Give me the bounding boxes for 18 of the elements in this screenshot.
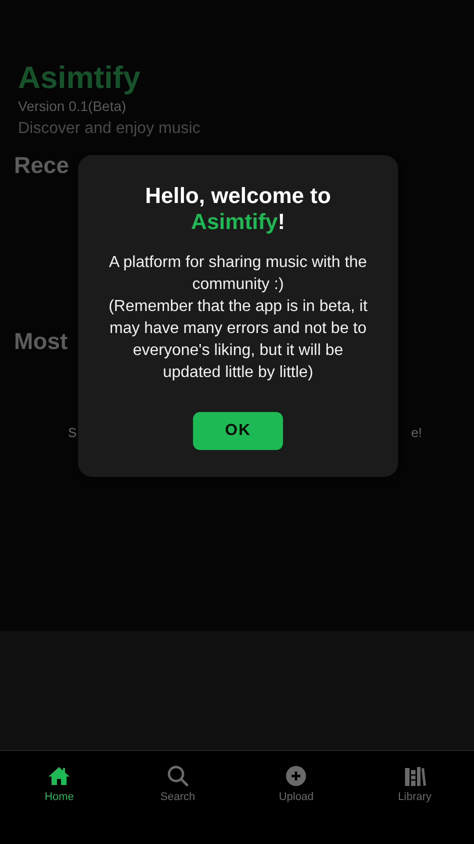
ok-button[interactable]: OK xyxy=(193,412,283,450)
nav-tab[interactable]: Home xyxy=(0,751,118,844)
home-icon xyxy=(47,764,72,788)
tagline-text: Discover and enjoy music xyxy=(18,119,202,139)
nav-tab[interactable]: Library xyxy=(356,751,474,844)
nav-tab[interactable]: Search xyxy=(118,751,237,844)
plus-circle-icon xyxy=(284,764,308,788)
app-title: Asimtify xyxy=(18,60,142,96)
dialog-message: A platform for sharing music with the community :) (Remember that the app is in beta, it may have many errors and not be to everyone's liking, but it will be updated little by little) xyxy=(108,253,368,383)
search-icon xyxy=(166,764,190,788)
section-title: Rece xyxy=(14,151,69,179)
nav-tab[interactable]: Upload xyxy=(237,751,356,844)
section-title: Most xyxy=(14,327,68,355)
message-text: e! xyxy=(411,425,422,440)
dialog-title: Hello, welcome to Asimtify! xyxy=(144,183,332,235)
books-icon xyxy=(402,764,427,788)
version-text: Version 0.1(Beta) xyxy=(18,97,128,115)
message-text: S xyxy=(68,425,77,440)
